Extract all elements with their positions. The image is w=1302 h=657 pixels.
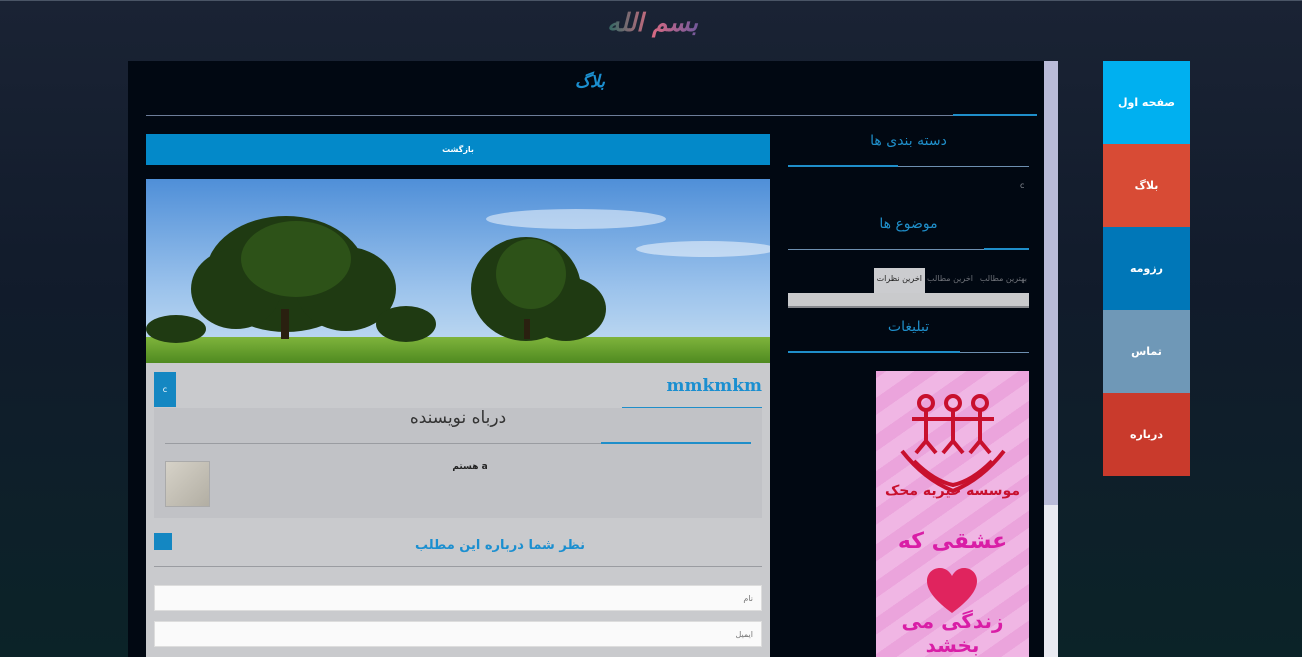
scrollbar[interactable] — [1044, 61, 1058, 657]
nav-item-contact[interactable]: تماس — [1103, 310, 1190, 393]
nav-item-blog[interactable]: بلاگ — [1103, 144, 1190, 227]
comment-heading: نظر شما درباره این مطلب — [414, 538, 585, 553]
main-nav: صفحه اول بلاگ رزومه تماس درباره — [1103, 61, 1190, 476]
back-button[interactable]: بازگشت — [146, 134, 770, 165]
heart-icon — [927, 568, 977, 613]
categories-heading: دسته بندی ها — [870, 133, 947, 149]
categories-divider-accent — [788, 165, 898, 167]
posts-tabs: بهترین مطالب اخرین مطالب اخرین نظرات — [788, 268, 1029, 293]
title-divider — [146, 115, 1037, 116]
comment-divider — [154, 566, 762, 567]
author-heading: درباه نویسنده — [409, 408, 507, 428]
post-hero-image — [146, 179, 770, 363]
tab-latest-comments[interactable]: اخرین نظرات — [873, 268, 925, 293]
avatar — [165, 461, 210, 507]
email-field[interactable] — [154, 621, 762, 647]
bismillah-calligraphy: بسم الله رحمان رحیم — [570, 2, 735, 79]
ad-slogan-line1: عشقی که — [897, 529, 1008, 554]
nav-item-about[interactable]: درباره — [1103, 393, 1190, 476]
charity-logo-icon — [900, 394, 1006, 494]
tab-latest-posts[interactable]: اخرین مطالب — [927, 268, 973, 293]
scroll-thumb[interactable] — [1044, 61, 1058, 505]
ads-heading: تبلیغات — [887, 319, 930, 335]
nav-item-resume[interactable]: رزومه — [1103, 227, 1190, 310]
tab-panel — [788, 293, 1029, 308]
comment-icon — [154, 533, 172, 550]
nav-item-home[interactable]: صفحه اول — [1103, 61, 1190, 144]
category-item[interactable]: c — [1020, 181, 1024, 190]
title-divider-accent — [953, 114, 1037, 116]
post-title: mmkmkm — [666, 376, 762, 396]
top-border — [0, 0, 1302, 1]
post-category-badge[interactable]: c — [154, 372, 176, 407]
ad-slogan-line2: زندگی می بخشد — [901, 609, 1004, 657]
ad-charity-name: موسسه خیریه محک — [884, 483, 1021, 499]
topics-divider-accent — [984, 248, 1029, 250]
tab-best-posts[interactable]: بهترین مطالب — [980, 268, 1027, 293]
ads-divider-accent — [788, 351, 960, 353]
charity-ad-banner[interactable]: موسسه خیریه محک عشقی که زندگی می بخشد — [876, 371, 1029, 657]
author-bio: a هستم — [452, 462, 488, 472]
name-field[interactable] — [154, 585, 762, 611]
author-divider-accent — [601, 442, 751, 444]
page-title: بلاگ — [574, 72, 606, 92]
topics-heading: موضوع ها — [879, 216, 938, 232]
